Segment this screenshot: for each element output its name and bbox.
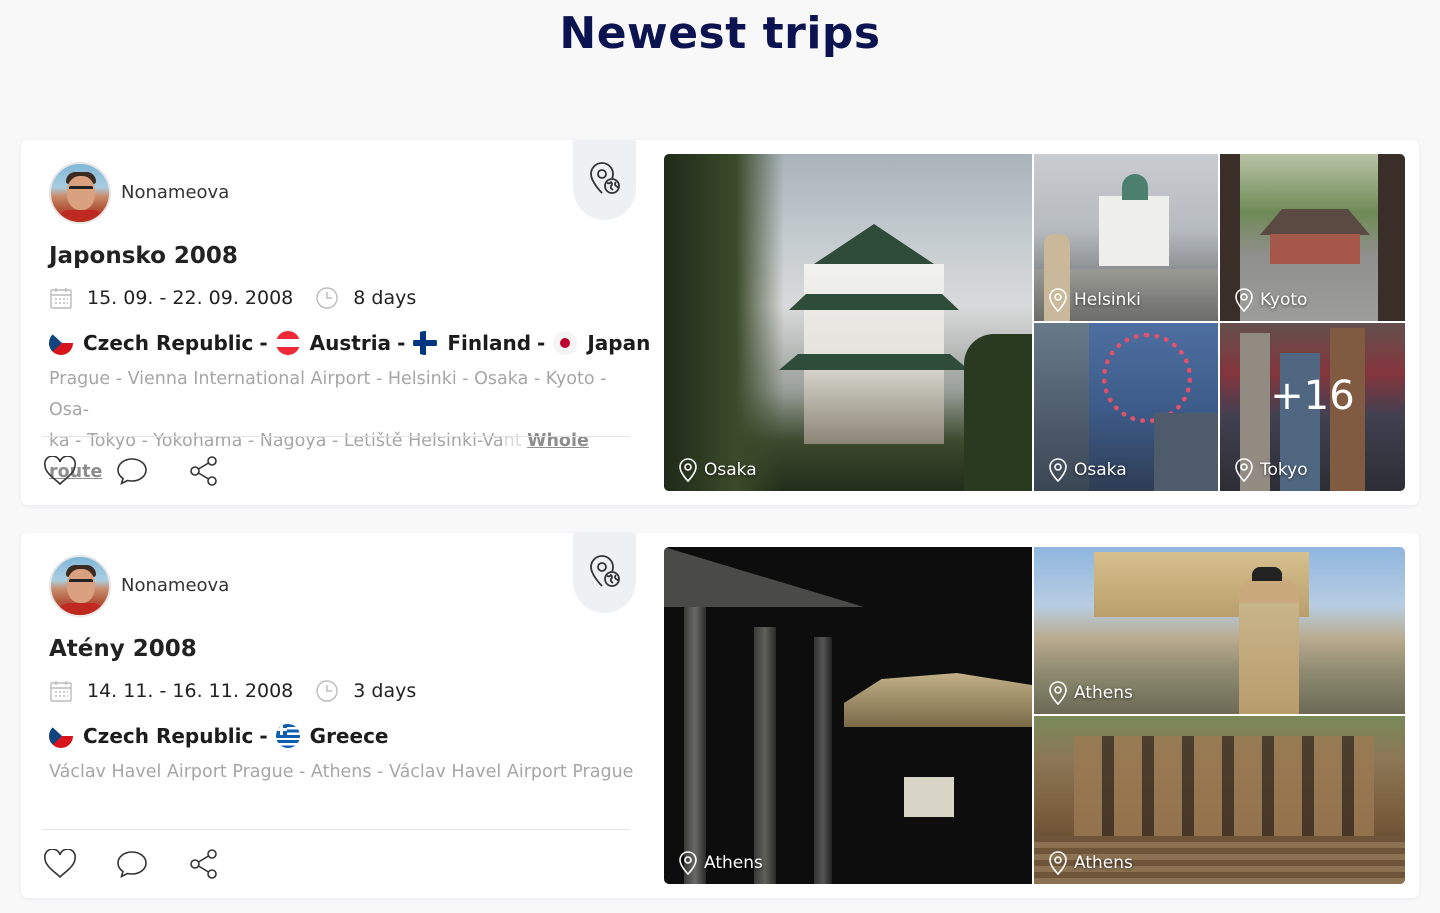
photo-caption: Athens xyxy=(1048,681,1133,705)
divider xyxy=(42,829,630,830)
trip-info: Nonameova Atény 2008 14. 11. - 16. 11. 2… xyxy=(21,533,661,898)
trip-dates: 15. 09. - 22. 09. 2008 xyxy=(87,287,294,309)
photo-caption: Kyoto xyxy=(1234,288,1307,312)
flag-japan-icon xyxy=(553,331,578,355)
trip-meta: 15. 09. - 22. 09. 2008 8 days xyxy=(49,285,416,311)
photo-thumb[interactable]: Athens xyxy=(1034,547,1405,714)
clock-icon xyxy=(315,679,339,703)
photo-caption: Osaka xyxy=(1048,458,1127,482)
trip-actions xyxy=(43,454,221,488)
photo-caption: Helsinki xyxy=(1048,288,1141,312)
country-name[interactable]: Greece xyxy=(310,724,389,748)
photo-main[interactable]: Athens xyxy=(664,547,1032,884)
country-name[interactable]: Japan xyxy=(587,331,650,355)
trip-dates: 14. 11. - 16. 11. 2008 xyxy=(87,680,294,702)
trip-info: Nonameova Japonsko 2008 15. 09. - 22. 09… xyxy=(21,140,661,505)
country-name[interactable]: Finland xyxy=(447,331,531,355)
trip-card[interactable]: Nonameova Atény 2008 14. 11. - 16. 11. 2… xyxy=(21,533,1419,898)
location-pin-icon xyxy=(679,851,697,875)
trip-card[interactable]: Nonameova Japonsko 2008 15. 09. - 22. 09… xyxy=(21,140,1419,505)
calendar-icon xyxy=(49,286,73,310)
calendar-icon xyxy=(49,679,73,703)
country-list: Czech Republic - Austria - Finland - Japan xyxy=(49,331,650,355)
location-pin-icon xyxy=(1235,288,1253,312)
clock-icon xyxy=(315,286,339,310)
country-name[interactable]: Czech Republic xyxy=(83,331,253,355)
heart-icon[interactable] xyxy=(43,847,77,881)
photo-caption: Tokyo xyxy=(1234,458,1308,482)
photo-gallery: Osaka Helsinki Kyoto Osaka +16 Tokyo xyxy=(664,154,1405,491)
trip-duration: 3 days xyxy=(353,680,417,702)
comment-icon[interactable] xyxy=(115,847,149,881)
location-pin-icon xyxy=(679,458,697,482)
photo-thumb[interactable]: Kyoto xyxy=(1220,154,1405,321)
location-pin-icon xyxy=(1049,681,1067,705)
trip-actions xyxy=(43,847,221,881)
avatar[interactable] xyxy=(49,162,111,224)
flag-czech-icon xyxy=(49,724,73,748)
photo-thumb[interactable]: Osaka xyxy=(1034,323,1218,491)
photo-thumb[interactable]: +16 Tokyo xyxy=(1220,323,1405,491)
username[interactable]: Nonameova xyxy=(121,575,229,596)
flag-czech-icon xyxy=(49,331,73,355)
photo-caption: Athens xyxy=(678,851,763,875)
comment-icon[interactable] xyxy=(115,454,149,488)
flag-finland-icon xyxy=(413,331,438,355)
photo-main[interactable]: Osaka xyxy=(664,154,1032,491)
location-pin-icon xyxy=(1049,288,1067,312)
avatar[interactable] xyxy=(49,555,111,617)
trip-meta: 14. 11. - 16. 11. 2008 3 days xyxy=(49,678,416,704)
location-pin-icon xyxy=(1235,458,1253,482)
page-title: Newest trips xyxy=(559,8,881,59)
trip-route: Václav Havel Airport Prague - Athens - V… xyxy=(49,762,634,782)
country-name[interactable]: Austria xyxy=(310,331,391,355)
share-icon[interactable] xyxy=(187,454,221,488)
map-button[interactable] xyxy=(573,140,636,220)
trip-title[interactable]: Atény 2008 xyxy=(49,636,197,662)
map-pin-globe-icon xyxy=(590,162,620,194)
username[interactable]: Nonameova xyxy=(121,182,229,203)
photo-thumb[interactable]: Helsinki xyxy=(1034,154,1218,321)
location-pin-icon xyxy=(1049,851,1067,875)
divider xyxy=(42,436,630,437)
photo-gallery: Athens Athens Athens xyxy=(664,547,1405,884)
photo-caption: Osaka xyxy=(678,458,757,482)
country-name[interactable]: Czech Republic xyxy=(83,724,253,748)
photo-thumb[interactable]: Athens xyxy=(1034,716,1405,884)
map-pin-globe-icon xyxy=(590,555,620,587)
map-button[interactable] xyxy=(573,533,636,613)
photo-caption: Athens xyxy=(1048,851,1133,875)
trip-title[interactable]: Japonsko 2008 xyxy=(49,243,238,269)
trip-duration: 8 days xyxy=(353,287,417,309)
share-icon[interactable] xyxy=(187,847,221,881)
location-pin-icon xyxy=(1049,458,1067,482)
country-list: Czech Republic - Greece xyxy=(49,724,388,748)
heart-icon[interactable] xyxy=(43,454,77,488)
flag-austria-icon xyxy=(275,331,300,355)
flag-greece-icon xyxy=(275,724,300,748)
